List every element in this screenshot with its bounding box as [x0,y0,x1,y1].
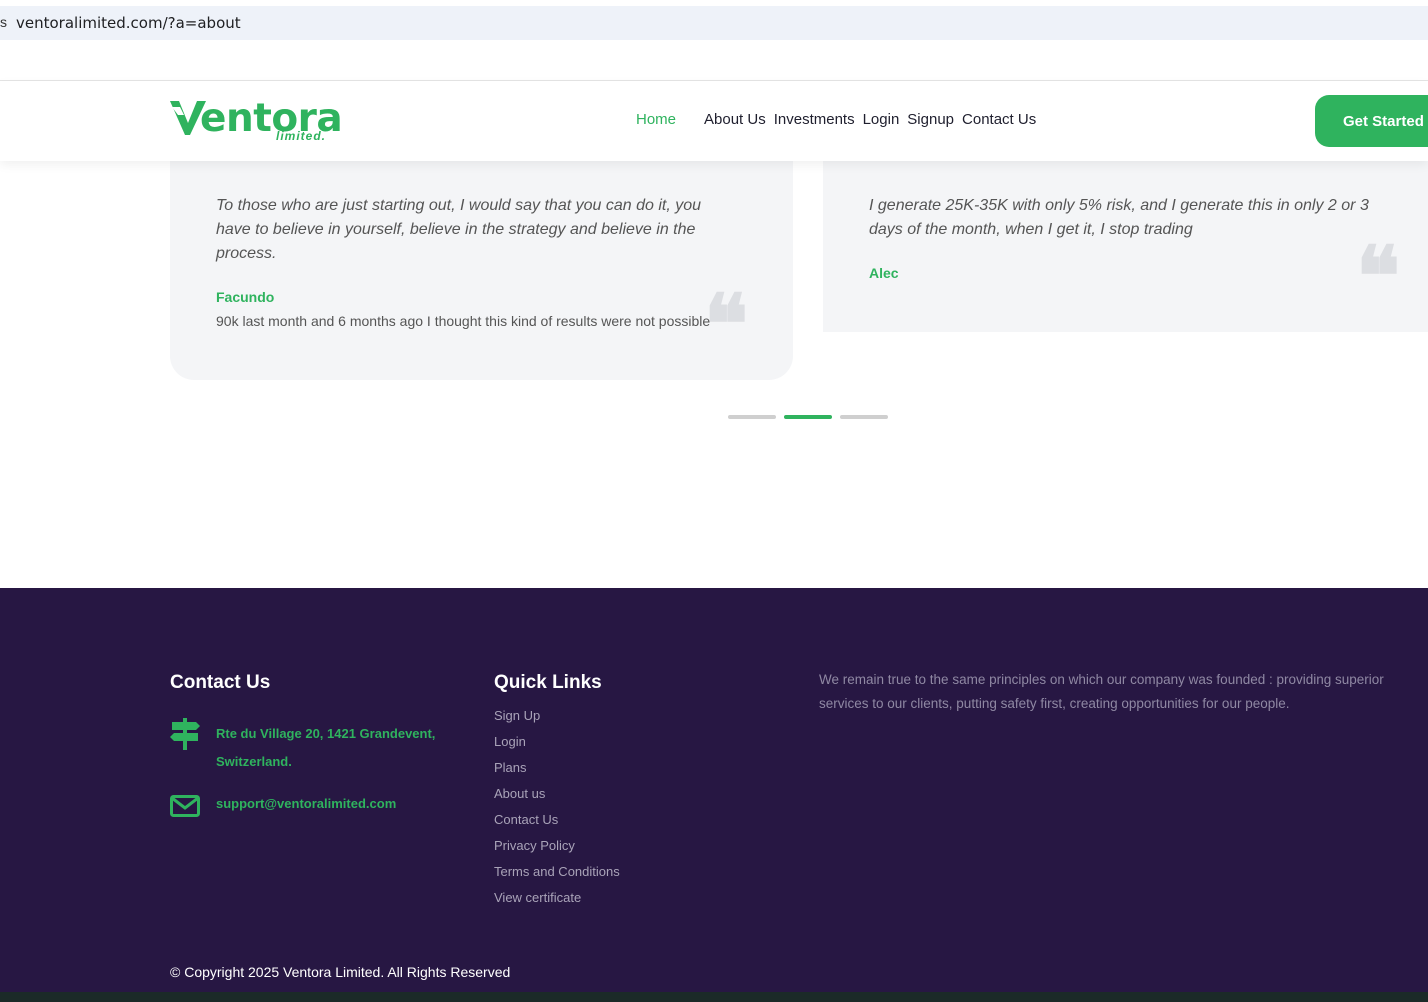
bottom-strip [0,992,1428,1002]
footer-about-text: We remain true to the same principles on… [819,672,1384,711]
footer-link-contact-us[interactable]: Contact Us [494,810,620,836]
nav-contact-us[interactable]: Contact Us [962,111,1036,128]
quote-icon: ❝ [704,277,749,373]
footer-link-sign-up[interactable]: Sign Up [494,706,620,732]
nav-signup[interactable]: Signup [907,111,954,128]
address-bar-lead-glyph: s [0,14,7,30]
testimonial-quote: I generate 25K-35K with only 5% risk, an… [869,197,1369,238]
carousel-dot-3[interactable] [840,415,888,419]
quote-icon: ❝ [1356,229,1401,325]
browser-address-bar[interactable]: s ventoralimited.com/?a=about [0,6,1428,40]
envelope-icon [170,795,200,817]
carousel-dot-1[interactable] [728,415,776,419]
nav-investments[interactable]: Investments [774,111,855,128]
address-bar-url[interactable]: ventoralimited.com/?a=about [16,14,241,32]
footer-link-plans[interactable]: Plans [494,758,620,784]
page: s ventoralimited.com/?a=about entora lim… [0,0,1428,1002]
testimonial-quote: To those who are just starting out, I wo… [216,197,702,262]
footer-links-title: Quick Links [494,672,602,693]
carousel-dot-2[interactable] [784,415,832,419]
testimonial-note: 90k last month and 6 months ago I though… [216,313,711,329]
footer-copyright: © Copyright 2025 Ventora Limited. All Ri… [170,964,511,980]
site-footer: Contact Us Rte du Village 20, 1421 Grand… [0,588,1428,992]
footer-quick-links: Sign Up Login Plans About us Contact Us … [494,706,620,914]
nav-login[interactable]: Login [863,111,900,128]
footer-address: Rte du Village 20, 1421 Grandevent, Swit… [216,726,436,769]
signpost-icon [170,718,200,750]
get-started-button[interactable]: Get Started [1315,95,1428,147]
logo-subtitle: limited. [276,129,327,143]
testimonial-author: Facundo [216,289,275,305]
testimonial-card: To those who are just starting out, I wo… [170,150,793,380]
footer-email-link[interactable]: support@ventoralimited.com [216,796,396,811]
nav-about-us[interactable]: About Us [704,111,766,128]
site-header: entora limited. Home About Us Investment… [0,81,1428,161]
nav-home[interactable]: Home [636,111,676,128]
carousel-pagination [728,415,888,419]
site-logo[interactable]: entora limited. [170,99,343,143]
footer-link-view-certificate[interactable]: View certificate [494,888,620,914]
main-nav: Home About Us Investments Login Signup C… [636,111,1036,128]
footer-link-about-us[interactable]: About us [494,784,620,810]
testimonial-author: Alec [869,265,899,281]
footer-link-terms[interactable]: Terms and Conditions [494,862,620,888]
footer-contact-title: Contact Us [170,672,271,693]
footer-link-login[interactable]: Login [494,732,620,758]
testimonial-card: I generate 25K-35K with only 5% risk, an… [823,150,1428,332]
footer-link-privacy-policy[interactable]: Privacy Policy [494,836,620,862]
